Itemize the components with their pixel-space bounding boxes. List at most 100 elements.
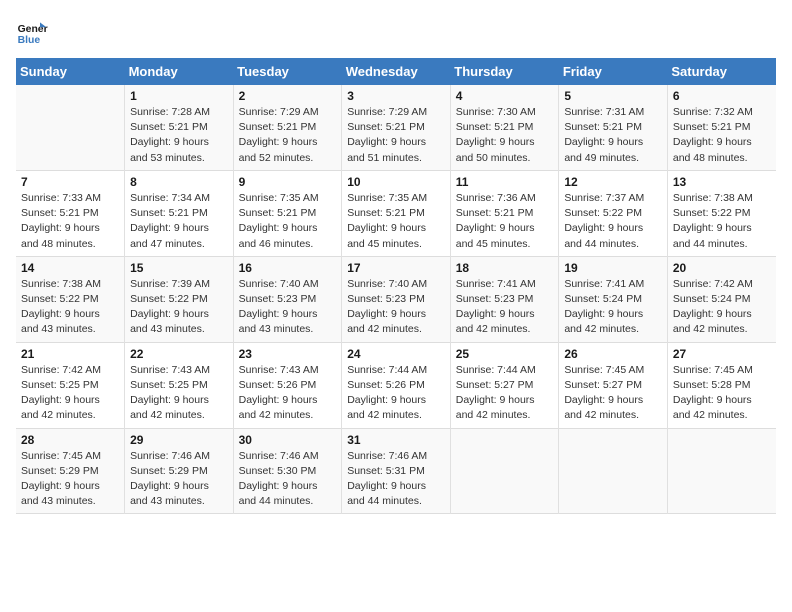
calendar-cell: 30 Sunrise: 7:46 AM Sunset: 5:30 PM Dayli… — [233, 428, 342, 514]
day-number: 8 — [130, 175, 228, 189]
day-number: 22 — [130, 347, 228, 361]
header-wednesday: Wednesday — [342, 58, 451, 85]
calendar-cell: 17Sunrise: 7:40 AM Sunset: 5:23 PM Dayli… — [342, 256, 451, 342]
day-info: Sunrise: 7:29 AM Sunset: 5:21 PM Dayligh… — [239, 105, 337, 166]
calendar-cell: 20Sunrise: 7:42 AM Sunset: 5:24 PM Dayli… — [667, 256, 776, 342]
calendar-cell: 27 Sunrise: 7:45 AM Sunset: 5:28 PM Dayli… — [667, 342, 776, 428]
calendar-cell: 3Sunrise: 7:29 AM Sunset: 5:21 PM Daylig… — [342, 85, 451, 170]
header-tuesday: Tuesday — [233, 58, 342, 85]
day-info: Sunrise: 7:35 AM Sunset: 5:21 PM Dayligh… — [347, 191, 445, 252]
calendar-cell: 31Sunrise: 7:46 AM Sunset: 5:31 PM Dayli… — [342, 428, 451, 514]
day-info: Sunrise: 7:34 AM Sunset: 5:21 PM Dayligh… — [130, 191, 228, 252]
day-info: Sunrise: 7:31 AM Sunset: 5:21 PM Dayligh… — [564, 105, 662, 166]
day-number: 20 — [673, 261, 771, 275]
calendar-cell: 7 Sunrise: 7:33 AM Sunset: 5:21 PM Daylig… — [16, 170, 125, 256]
header-friday: Friday — [559, 58, 668, 85]
day-info: Sunrise: 7:44 AM Sunset: 5:27 PM Dayligh… — [456, 363, 554, 424]
day-number: 10 — [347, 175, 445, 189]
calendar-cell: 12 Sunrise: 7:37 AM Sunset: 5:22 PM Dayli… — [559, 170, 668, 256]
calendar-cell: 21 Sunrise: 7:42 AM Sunset: 5:25 PM Dayli… — [16, 342, 125, 428]
day-info: Sunrise: 7:43 AM Sunset: 5:25 PM Dayligh… — [130, 363, 228, 424]
day-number: 31 — [347, 433, 445, 447]
day-info: Sunrise: 7:41 AM Sunset: 5:23 PM Dayligh… — [456, 277, 554, 338]
calendar-cell: 24 Sunrise: 7:44 AM Sunset: 5:26 PM Dayli… — [342, 342, 451, 428]
day-number: 24 — [347, 347, 445, 361]
day-info: Sunrise: 7:38 AM Sunset: 5:22 PM Dayligh… — [21, 277, 119, 338]
day-number: 29 — [130, 433, 228, 447]
calendar-cell: 2 Sunrise: 7:29 AM Sunset: 5:21 PM Daylig… — [233, 85, 342, 170]
svg-text:Blue: Blue — [18, 35, 41, 46]
calendar-cell: 25 Sunrise: 7:44 AM Sunset: 5:27 PM Dayli… — [450, 342, 559, 428]
calendar-week-row: 21 Sunrise: 7:42 AM Sunset: 5:25 PM Dayli… — [16, 342, 776, 428]
calendar-cell: 10 Sunrise: 7:35 AM Sunset: 5:21 PM Dayli… — [342, 170, 451, 256]
header-thursday: Thursday — [450, 58, 559, 85]
day-number: 25 — [456, 347, 554, 361]
day-info: Sunrise: 7:32 AM Sunset: 5:21 PM Dayligh… — [673, 105, 771, 166]
day-number: 18 — [456, 261, 554, 275]
day-info: Sunrise: 7:33 AM Sunset: 5:21 PM Dayligh… — [21, 191, 119, 252]
calendar-cell: 23Sunrise: 7:43 AM Sunset: 5:26 PM Dayli… — [233, 342, 342, 428]
calendar-cell: 5Sunrise: 7:31 AM Sunset: 5:21 PM Daylig… — [559, 85, 668, 170]
day-number: 21 — [21, 347, 119, 361]
header-sunday: Sunday — [16, 58, 125, 85]
day-info: Sunrise: 7:35 AM Sunset: 5:21 PM Dayligh… — [239, 191, 337, 252]
calendar-cell: 15 Sunrise: 7:39 AM Sunset: 5:22 PM Dayli… — [125, 256, 234, 342]
day-info: Sunrise: 7:43 AM Sunset: 5:26 PM Dayligh… — [239, 363, 337, 424]
day-info: Sunrise: 7:36 AM Sunset: 5:21 PM Dayligh… — [456, 191, 554, 252]
calendar-cell: 29 Sunrise: 7:46 AM Sunset: 5:29 PM Dayli… — [125, 428, 234, 514]
calendar-cell: 13Sunrise: 7:38 AM Sunset: 5:22 PM Dayli… — [667, 170, 776, 256]
logo: General Blue — [16, 16, 48, 48]
day-info: Sunrise: 7:44 AM Sunset: 5:26 PM Dayligh… — [347, 363, 445, 424]
day-number: 28 — [21, 433, 119, 447]
day-info: Sunrise: 7:38 AM Sunset: 5:22 PM Dayligh… — [673, 191, 771, 252]
day-info: Sunrise: 7:41 AM Sunset: 5:24 PM Dayligh… — [564, 277, 662, 338]
day-info: Sunrise: 7:46 AM Sunset: 5:30 PM Dayligh… — [239, 449, 337, 510]
day-number: 14 — [21, 261, 119, 275]
calendar-cell: 4 Sunrise: 7:30 AM Sunset: 5:21 PM Daylig… — [450, 85, 559, 170]
day-info: Sunrise: 7:45 AM Sunset: 5:29 PM Dayligh… — [21, 449, 119, 510]
day-number: 27 — [673, 347, 771, 361]
calendar-table: SundayMondayTuesdayWednesdayThursdayFrid… — [16, 58, 776, 514]
calendar-cell: 28 Sunrise: 7:45 AM Sunset: 5:29 PM Dayli… — [16, 428, 125, 514]
calendar-week-row: 14 Sunrise: 7:38 AM Sunset: 5:22 PM Dayli… — [16, 256, 776, 342]
day-info: Sunrise: 7:29 AM Sunset: 5:21 PM Dayligh… — [347, 105, 445, 166]
calendar-week-row: 28 Sunrise: 7:45 AM Sunset: 5:29 PM Dayli… — [16, 428, 776, 514]
day-info: Sunrise: 7:46 AM Sunset: 5:29 PM Dayligh… — [130, 449, 228, 510]
calendar-cell: 1Sunrise: 7:28 AM Sunset: 5:21 PM Daylig… — [125, 85, 234, 170]
calendar-cell — [450, 428, 559, 514]
calendar-cell: 11 Sunrise: 7:36 AM Sunset: 5:21 PM Dayli… — [450, 170, 559, 256]
calendar-cell: 26Sunrise: 7:45 AM Sunset: 5:27 PM Dayli… — [559, 342, 668, 428]
day-info: Sunrise: 7:28 AM Sunset: 5:21 PM Dayligh… — [130, 105, 228, 166]
calendar-week-row: 1Sunrise: 7:28 AM Sunset: 5:21 PM Daylig… — [16, 85, 776, 170]
page-header: General Blue — [16, 16, 776, 48]
calendar-cell — [16, 85, 125, 170]
calendar-cell: 6Sunrise: 7:32 AM Sunset: 5:21 PM Daylig… — [667, 85, 776, 170]
day-info: Sunrise: 7:37 AM Sunset: 5:22 PM Dayligh… — [564, 191, 662, 252]
calendar-cell: 9 Sunrise: 7:35 AM Sunset: 5:21 PM Daylig… — [233, 170, 342, 256]
day-number: 2 — [239, 89, 337, 103]
day-info: Sunrise: 7:40 AM Sunset: 5:23 PM Dayligh… — [239, 277, 337, 338]
day-number: 19 — [564, 261, 662, 275]
day-info: Sunrise: 7:45 AM Sunset: 5:28 PM Dayligh… — [673, 363, 771, 424]
day-number: 11 — [456, 175, 554, 189]
day-info: Sunrise: 7:40 AM Sunset: 5:23 PM Dayligh… — [347, 277, 445, 338]
calendar-cell: 14 Sunrise: 7:38 AM Sunset: 5:22 PM Dayli… — [16, 256, 125, 342]
day-number: 12 — [564, 175, 662, 189]
calendar-cell: 8 Sunrise: 7:34 AM Sunset: 5:21 PM Daylig… — [125, 170, 234, 256]
calendar-week-row: 7 Sunrise: 7:33 AM Sunset: 5:21 PM Daylig… — [16, 170, 776, 256]
day-number: 15 — [130, 261, 228, 275]
calendar-header-row: SundayMondayTuesdayWednesdayThursdayFrid… — [16, 58, 776, 85]
logo-icon: General Blue — [16, 16, 48, 48]
day-info: Sunrise: 7:42 AM Sunset: 5:25 PM Dayligh… — [21, 363, 119, 424]
day-info: Sunrise: 7:45 AM Sunset: 5:27 PM Dayligh… — [564, 363, 662, 424]
day-number: 9 — [239, 175, 337, 189]
day-number: 7 — [21, 175, 119, 189]
day-info: Sunrise: 7:39 AM Sunset: 5:22 PM Dayligh… — [130, 277, 228, 338]
day-info: Sunrise: 7:30 AM Sunset: 5:21 PM Dayligh… — [456, 105, 554, 166]
day-number: 16 — [239, 261, 337, 275]
day-number: 4 — [456, 89, 554, 103]
day-number: 30 — [239, 433, 337, 447]
calendar-cell — [667, 428, 776, 514]
header-monday: Monday — [125, 58, 234, 85]
calendar-cell: 16 Sunrise: 7:40 AM Sunset: 5:23 PM Dayli… — [233, 256, 342, 342]
